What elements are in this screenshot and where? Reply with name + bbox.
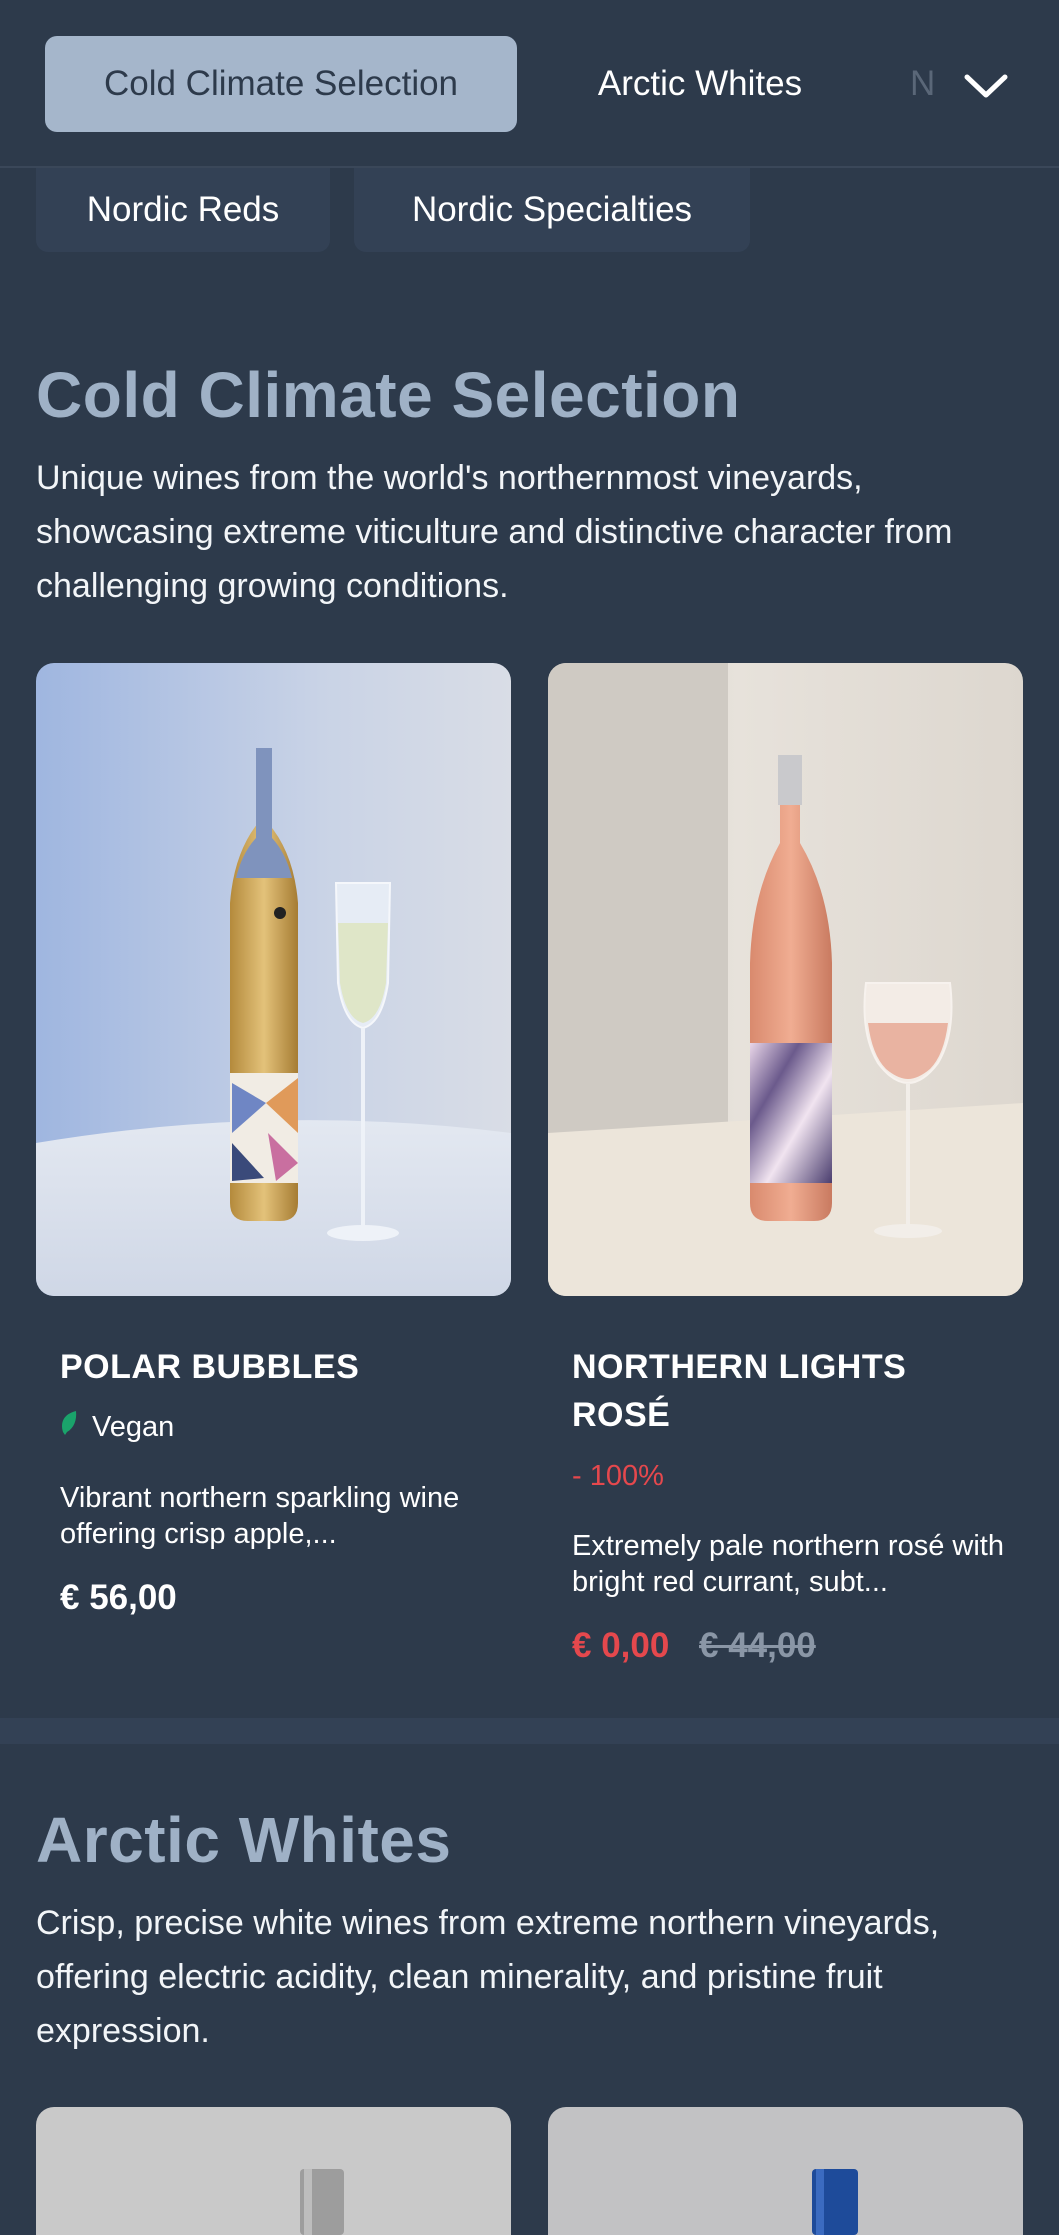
tab-nordic-specialties[interactable]: Nordic Specialties (354, 168, 750, 252)
product-description: Vibrant northern sparkling wine offering… (60, 1482, 460, 1550)
product-name-line1: NORTHERN LIGHTS (572, 1348, 907, 1386)
product-price: € 56,00 (60, 1578, 177, 1617)
sale-price: € 0,00 (572, 1626, 670, 1665)
section-title: Cold Climate Selection (36, 359, 741, 431)
product-name[interactable]: POLAR BUBBLES (60, 1343, 359, 1391)
tab-cold-climate-selection[interactable]: Cold Climate Selection (45, 36, 517, 132)
chevron-down-icon[interactable] (960, 60, 1012, 112)
product-description: Extremely pale northern rosé with bright… (572, 1530, 1004, 1598)
tab-arctic-whites[interactable]: Arctic Whites (560, 36, 840, 132)
badge-label: Vegan (92, 1410, 175, 1443)
discount-badge: - 100% (572, 1460, 664, 1492)
section-description: Unique wines from the world's northernmo… (36, 459, 953, 605)
product-name[interactable]: NORTHERN LIGHTS ROSÉ (572, 1343, 906, 1439)
section-divider (0, 1718, 1059, 1744)
original-price: € 44,00 (699, 1626, 816, 1665)
product-image-polar-bubbles[interactable] (36, 663, 511, 1296)
category-tabbar: Cold Climate Selection Arctic Whites N (0, 0, 1059, 168)
tab-nordic-reds[interactable]: Nordic Reds (36, 168, 330, 252)
product-name-line2: ROSÉ (572, 1396, 671, 1434)
tab-nordic-partial[interactable]: N (910, 36, 950, 132)
product-image-northern-lights-rose[interactable] (548, 663, 1023, 1296)
product-image[interactable] (548, 2107, 1023, 2235)
section-title: Arctic Whites (36, 1804, 452, 1876)
product-image[interactable] (36, 2107, 511, 2235)
vegan-badge: Vegan (60, 1410, 174, 1444)
leaf-icon (60, 1410, 78, 1444)
section-description: Crisp, precise white wines from extreme … (36, 1904, 940, 2050)
